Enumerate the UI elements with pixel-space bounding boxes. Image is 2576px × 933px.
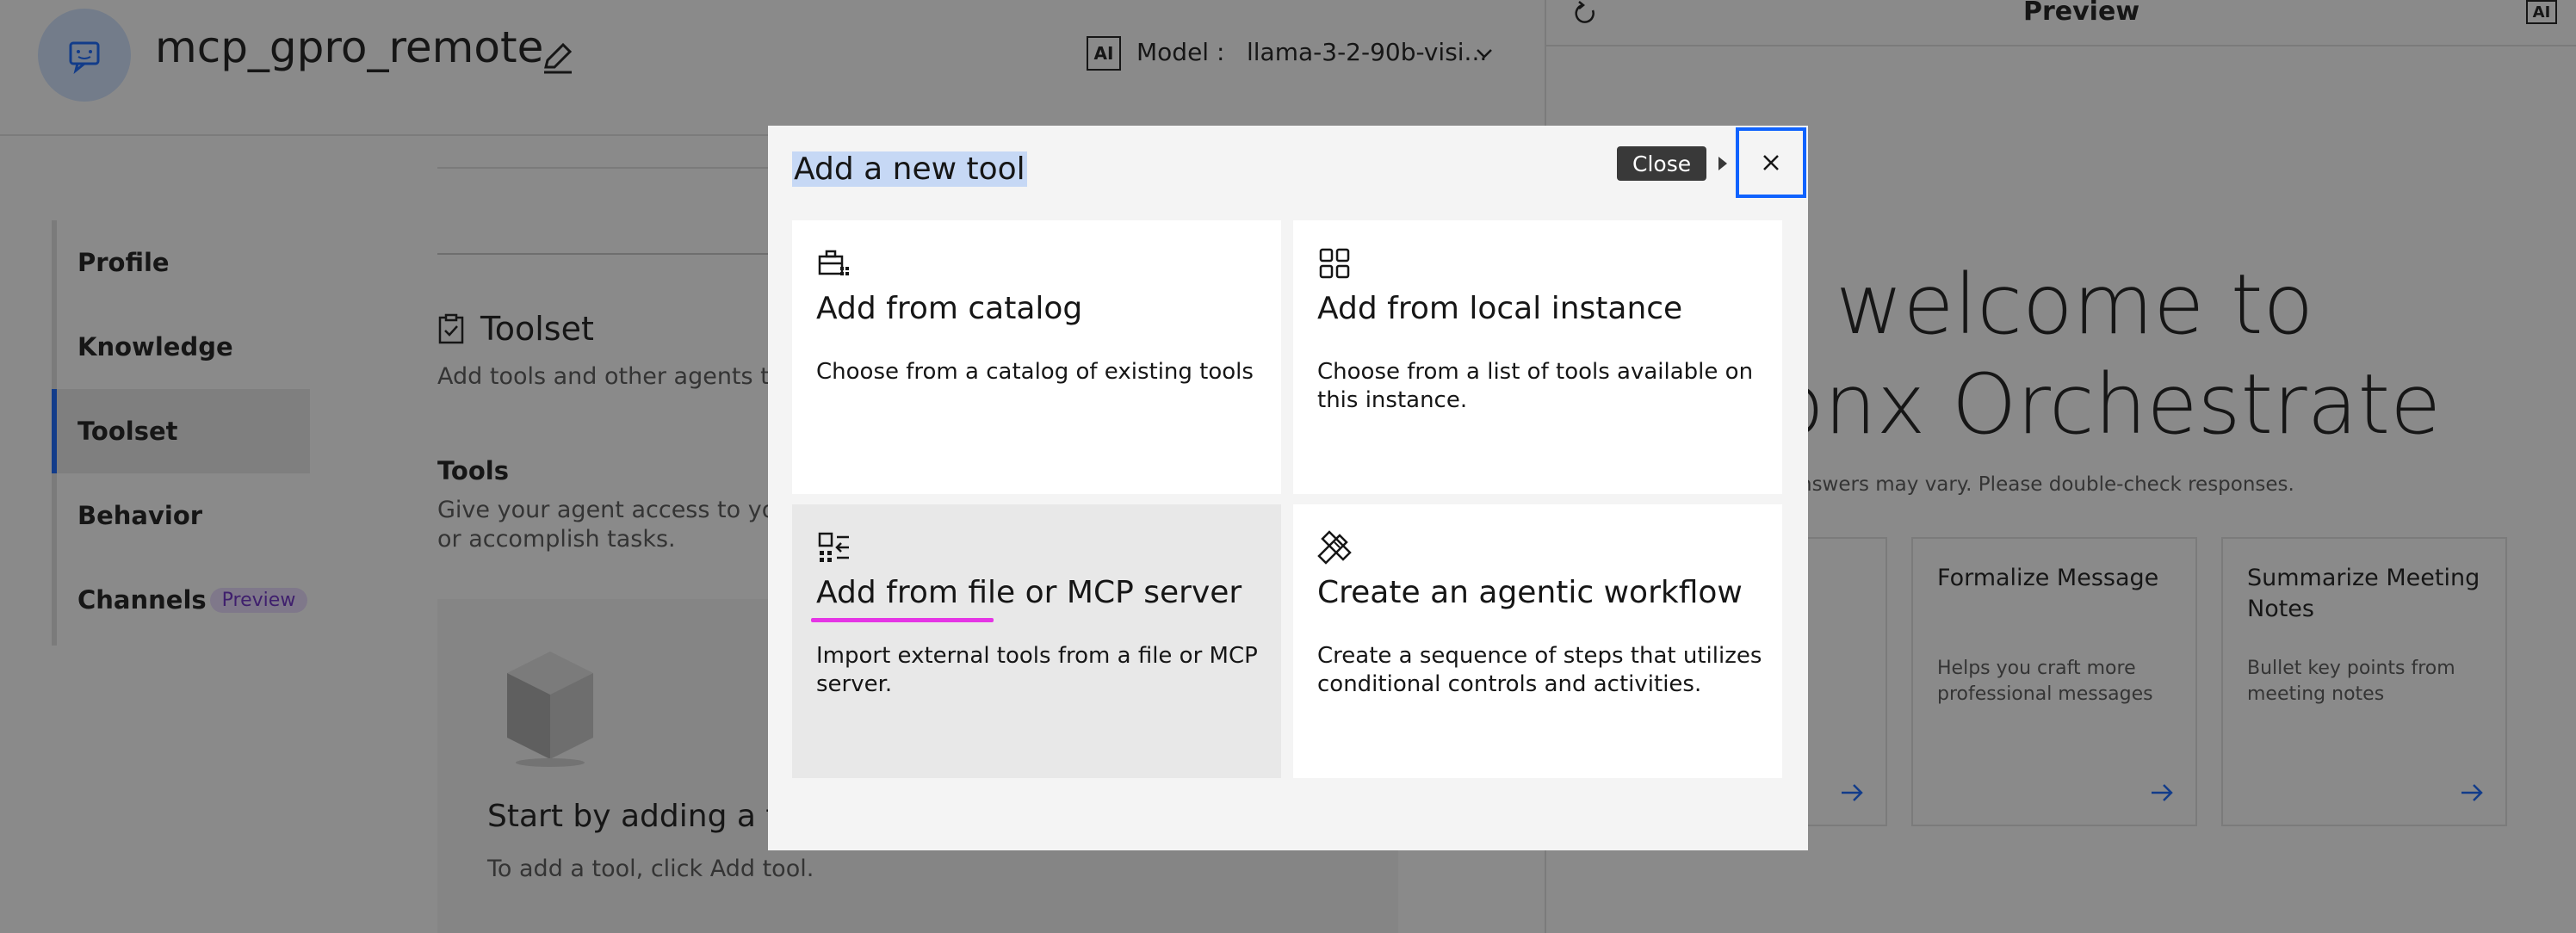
tile-description: Choose from a list of tools available on…: [1317, 359, 1754, 413]
tile-description: Import external tools from a file or MCP…: [816, 643, 1258, 697]
tile-description: Choose from a catalog of existing tools: [816, 359, 1254, 385]
tile-description: Create a sequence of steps that utilizes…: [1317, 643, 1762, 697]
workflow-icon: [1317, 530, 1352, 565]
modal-title: Add a new tool: [792, 151, 1027, 187]
tile-title: Add from file or MCP server: [816, 575, 1242, 610]
add-from-catalog-tile[interactable]: Add from catalog Choose from a catalog o…: [792, 220, 1281, 494]
tile-title: Add from local instance: [1317, 291, 1683, 326]
tooltip-caret: [1718, 157, 1727, 170]
close-button[interactable]: [1736, 127, 1806, 198]
add-from-local-instance-tile[interactable]: Add from local instance Choose from a li…: [1293, 220, 1782, 494]
create-agentic-workflow-tile[interactable]: Create an agentic workflow Create a sequ…: [1293, 504, 1782, 778]
import-icon: [818, 532, 849, 562]
tile-title: Create an agentic workflow: [1317, 575, 1743, 610]
add-from-file-or-mcp-server-tile[interactable]: Add from file or MCP server Import exter…: [792, 504, 1281, 778]
catalog-icon: [818, 250, 849, 275]
add-tool-modal: Add a new tool Close Add from catalog Ch…: [768, 126, 1808, 850]
grid-icon: [1319, 248, 1350, 279]
close-tooltip: Close: [1617, 146, 1707, 181]
tile-title: Add from catalog: [816, 291, 1083, 326]
close-icon: [1763, 155, 1779, 170]
annotation-underline: [811, 618, 994, 622]
